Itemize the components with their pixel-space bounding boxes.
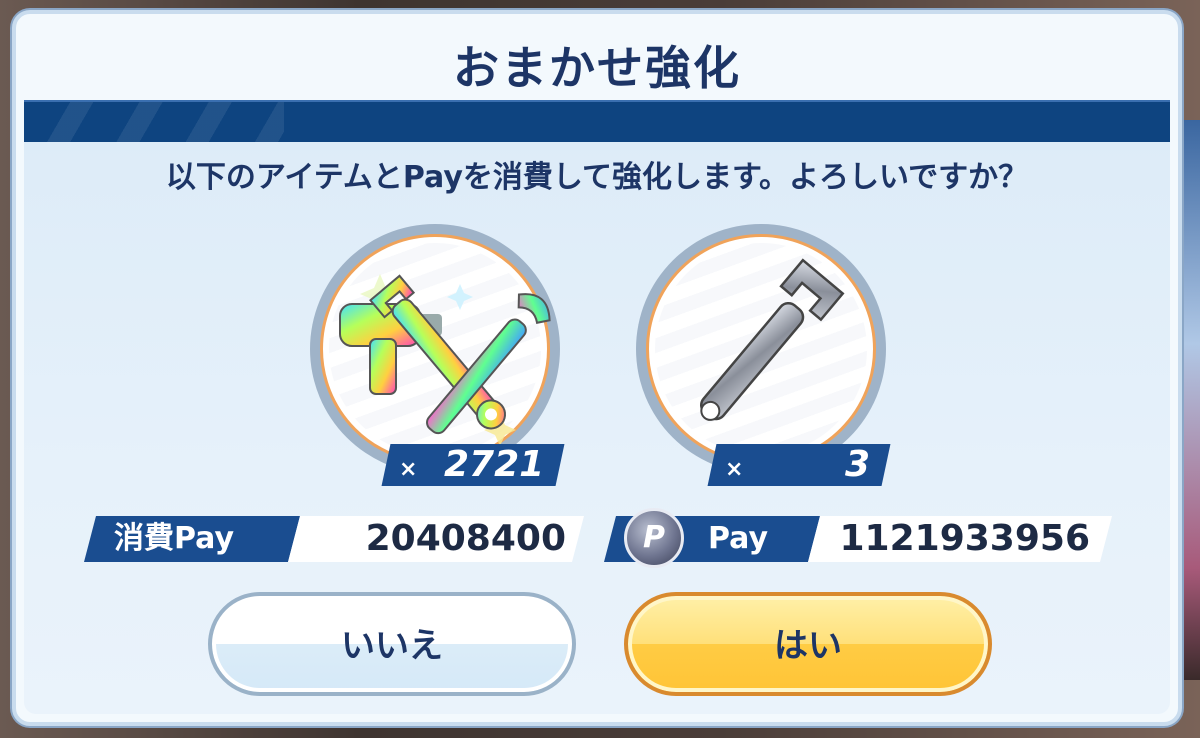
auto-enhance-dialog: おまかせ強化 以下のアイテムとPayを消費して強化します。よろしいですか？ × … <box>12 10 1182 726</box>
item-wrench <box>636 224 886 474</box>
title-band <box>24 102 1170 142</box>
tool-set-count: 2721 <box>443 444 544 485</box>
yes-button[interactable]: はい <box>624 592 992 696</box>
wrench-count: 3 <box>844 444 870 485</box>
count-multiplier: × <box>399 457 418 482</box>
cost-pay-value: 20408400 <box>288 516 584 562</box>
confirm-message: 以下のアイテムとPayを消費して強化します。よろしいですか？ <box>165 160 1029 195</box>
wrench-count-tag: × 3 <box>707 444 891 486</box>
no-button[interactable]: いいえ <box>208 592 576 696</box>
balance-pay-value: 1121933956 <box>808 516 1112 562</box>
cost-pay-label: 消費Pay <box>84 516 300 562</box>
dialog-title: おまかせ強化 <box>453 41 741 95</box>
count-multiplier: × <box>725 457 744 482</box>
item-tool-set <box>310 224 560 474</box>
tool-set-icon <box>339 274 551 446</box>
wrench-icon <box>700 258 845 421</box>
pay-coin-icon: P <box>624 508 684 568</box>
tool-set-count-tag: × 2721 <box>381 444 565 486</box>
